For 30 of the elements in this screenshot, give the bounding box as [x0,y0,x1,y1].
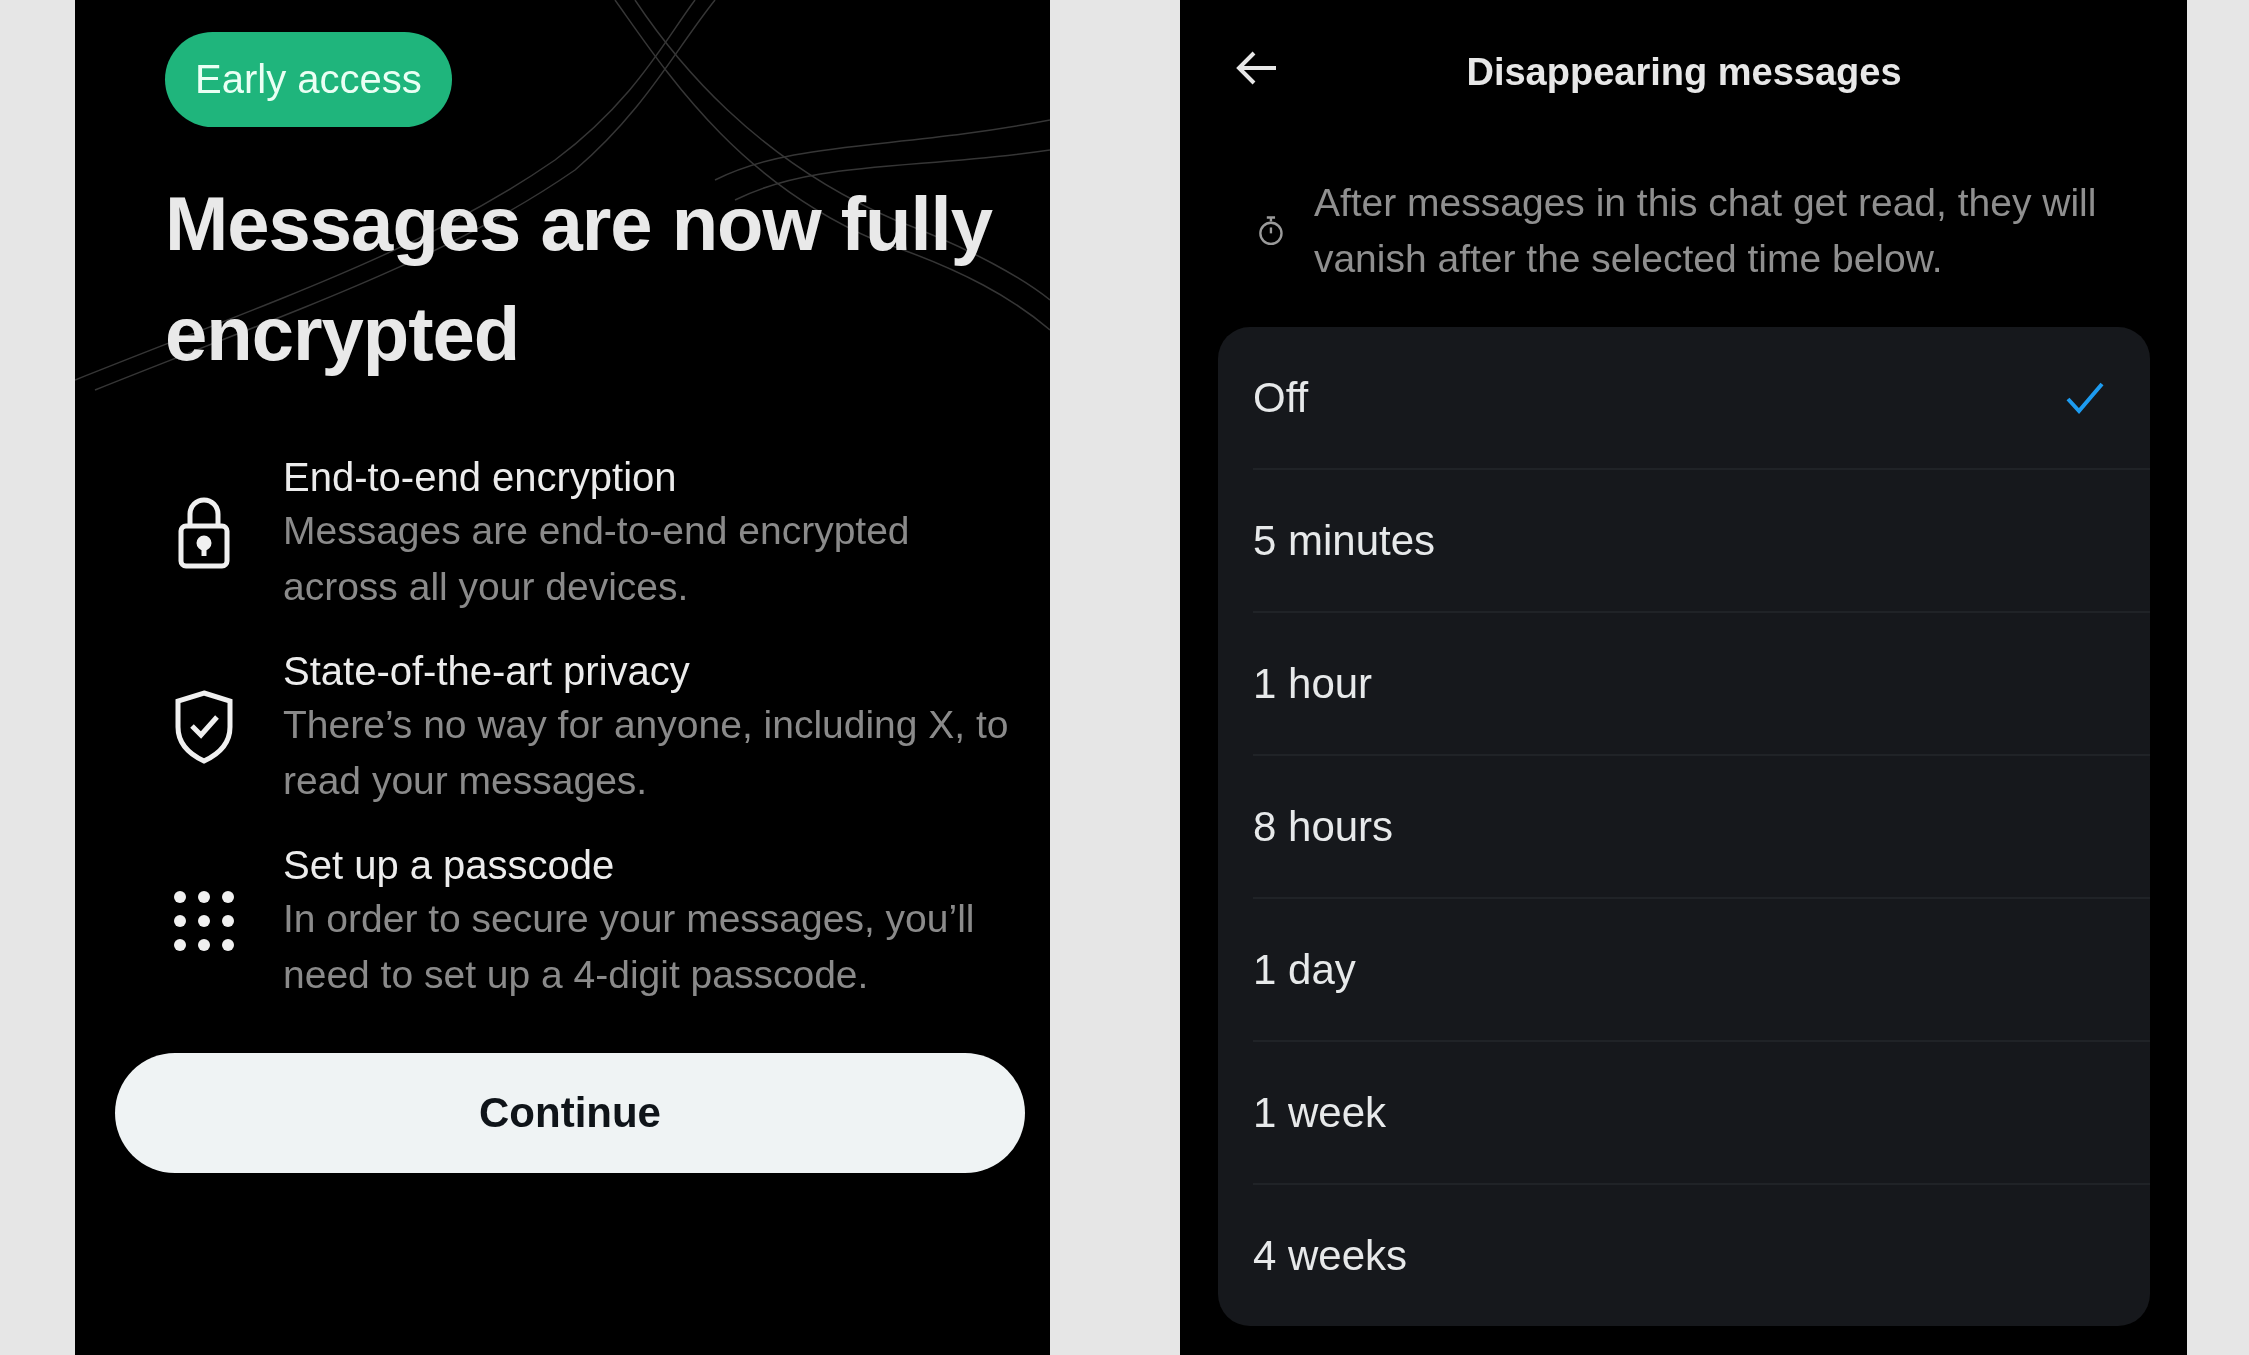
option-row[interactable]: 1 day [1253,897,2150,1040]
option-row[interactable]: Off [1253,327,2150,468]
option-label: 8 hours [1253,802,1394,851]
feature-description: Messages are end-to-end encrypted across all your devices. [283,508,911,610]
option-row[interactable]: 1 week [1253,1040,2150,1183]
feature-title: End-to-end encryption [283,454,678,501]
option-label: 4 weeks [1253,1231,1408,1280]
option-row[interactable]: 8 hours [1253,754,2150,897]
back-arrow-icon [1236,50,1278,86]
keypad-icon [173,890,235,952]
option-row[interactable]: 4 weeks [1253,1183,2150,1326]
description-text: After messages in this chat get read, they will vanish after the selected time below. [1313,180,2098,282]
early-access-badge: Early access [165,32,452,127]
feature-description: In order to secure your messages, you’ll need to set up a 4-digit passcode. [283,896,976,998]
continue-button[interactable]: Continue [115,1053,1025,1173]
option-label: 1 day [1253,945,1356,994]
option-label: 1 hour [1253,659,1373,708]
option-label: 5 minutes [1253,516,1436,565]
screen-title: Disappearing messages [1466,51,1902,94]
feature-title: Set up a passcode [283,842,616,889]
lock-icon [176,496,232,570]
shield-check-icon [173,689,235,765]
feature-description: There’s no way for anyone, including X, to read your messages. [283,702,1010,804]
headline: Messages are now fully encrypted [165,180,994,378]
option-row[interactable]: 1 hour [1253,611,2150,754]
option-row[interactable]: 5 minutes [1253,468,2150,611]
option-label: 1 week [1253,1088,1387,1137]
back-button[interactable] [1236,50,1278,86]
feature-title: State-of-the-art privacy [283,648,691,695]
option-label: Off [1253,373,1309,422]
